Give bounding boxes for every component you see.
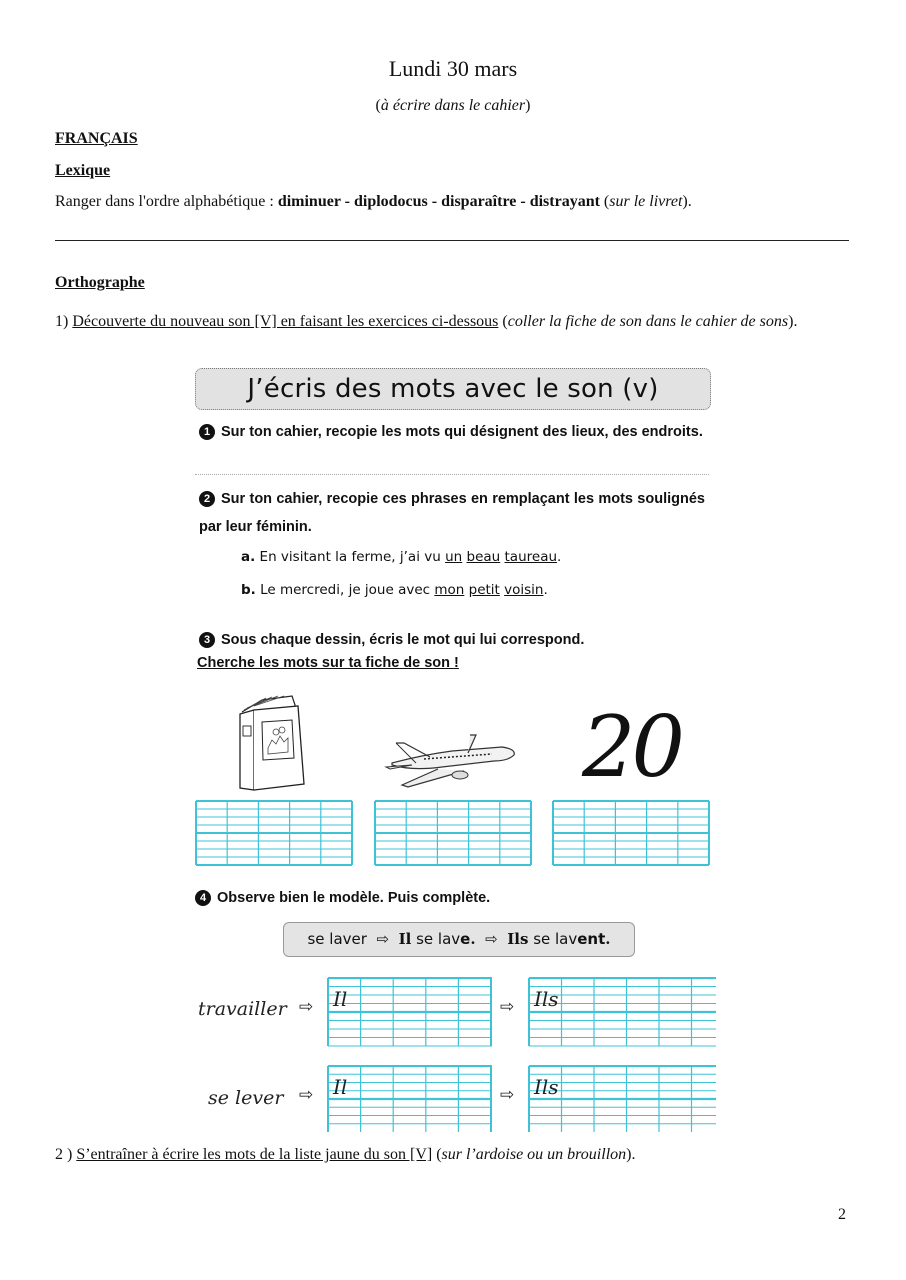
prefix-ils: Ils (534, 1075, 559, 1099)
exercise-3-hint: Cherche les mots sur ta fiche de son ! (197, 655, 459, 671)
writing-grid[interactable] (195, 800, 353, 866)
number-twenty: 20 (582, 698, 685, 796)
sentence-end: . (543, 582, 548, 598)
verb-travailler: travailler (198, 998, 287, 1020)
lexique-instruction-text: Ranger dans l'ordre alphabétique : (55, 193, 278, 210)
subtitle-paren-close: ) (525, 97, 531, 114)
model-stem: se lav (528, 930, 578, 948)
exercise-number-badge: 3 (199, 632, 215, 648)
model-ending: ent (577, 930, 606, 948)
exercise-1: 1 Sur ton cahier, recopie les mots qui dé… (199, 418, 705, 446)
note-open: ( (498, 313, 508, 330)
model-example-box: se laver ⇨ Il se lave. ⇨ Ils se lavent. (283, 922, 635, 957)
page-subtitle: (à écrire dans le cahier) (0, 97, 906, 115)
exercise-3: 3 Sous chaque dessin, écris le mot qui lu… (199, 626, 707, 654)
sentence-label: a. (241, 549, 256, 565)
exercise-number-badge: 4 (195, 890, 211, 906)
item-1-note: coller la fiche de son dans le cahier de… (507, 313, 789, 330)
prefix-ils: Ils (534, 987, 559, 1011)
arrow-right-icon: ⇨ (500, 1085, 515, 1104)
sentence-label: b. (241, 582, 256, 598)
arrow-right-icon: ⇨ (500, 997, 515, 1016)
writing-grid-singular[interactable] (327, 977, 492, 1047)
exercise-2-text: Sur ton cahier, recopie ces phrases en r… (199, 491, 705, 535)
sentence-a: a. En visitant la ferme, j’ai vu un beau… (241, 549, 561, 565)
lexique-instruction: Ranger dans l'ordre alphabétique : dimin… (55, 193, 692, 211)
exercise-4: 4 Observe bien le modèle. Puis complète. (195, 890, 490, 906)
underlined-word: beau (466, 549, 501, 565)
book-icon (232, 692, 314, 792)
underlined-word: petit (468, 582, 500, 598)
arrow-right-icon: ⇨ (376, 930, 390, 948)
model-stem: se lav (411, 930, 461, 948)
exercise-1-text: Sur ton cahier, recopie les mots qui dés… (221, 424, 703, 440)
sentence-text: En visitant la ferme, j’ai vu (255, 549, 446, 565)
subsection-heading-lexique: Lexique (55, 162, 111, 179)
arrow-right-icon: ⇨ (485, 930, 498, 948)
item-2-note: sur l’ardoise ou un brouillon (441, 1146, 627, 1163)
item-2-task: S’entraîner à écrire les mots de la list… (76, 1146, 433, 1163)
item-1-task: Découverte du nouveau son [V] en faisant… (72, 313, 499, 330)
dotted-separator (195, 474, 709, 475)
model-pronoun: Il (398, 930, 412, 948)
note-close: ). (626, 1146, 636, 1163)
writing-grid[interactable] (552, 800, 710, 866)
exercise-3-text: Sous chaque dessin, écris le mot qui lui… (221, 632, 585, 648)
exercise-2: 2 Sur ton cahier, recopie ces phrases en … (199, 485, 705, 541)
verb-se-lever: se lever (208, 1087, 284, 1109)
lexique-note: sur le livret (609, 193, 683, 210)
note-close: ). (682, 193, 692, 210)
note-open: ( (432, 1146, 442, 1163)
model-verb: se laver (307, 930, 367, 948)
prefix-il: Il (333, 1075, 348, 1099)
model-dot: . (605, 930, 611, 948)
subsection-heading-orthographe: Orthographe (55, 274, 145, 291)
subtitle-text: à écrire dans le cahier (380, 97, 526, 114)
sentence-end: . (557, 549, 562, 565)
underlined-word: un (445, 549, 463, 565)
underlined-word: voisin (504, 582, 544, 598)
underlined-word: taureau (504, 549, 558, 565)
orthographe-item-2: 2 ) S’entraîner à écrire les mots de la … (55, 1146, 635, 1164)
item-number: 2 ) (55, 1146, 77, 1163)
arrow-right-icon: ⇨ (299, 997, 314, 1016)
note-open: ( (599, 193, 610, 210)
model-ending: e (460, 930, 471, 948)
arrow-right-icon: ⇨ (299, 1085, 314, 1104)
underlined-word: mon (434, 582, 465, 598)
worksheet-title: J’écris des mots avec le son (v) (195, 368, 711, 410)
orthographe-item-1: 1) Découverte du nouveau son [V] en fais… (55, 306, 849, 338)
exercise-number-badge: 1 (199, 424, 215, 440)
exercise-number-badge: 2 (199, 491, 215, 507)
airplane-icon (382, 733, 520, 789)
writing-grid-singular[interactable] (327, 1065, 492, 1133)
item-number: 1) (55, 313, 73, 330)
sentence-text: Le mercredi, je joue avec (255, 582, 435, 598)
section-heading-francais: FRANÇAIS (55, 130, 138, 147)
horizontal-divider (55, 240, 849, 241)
page-number: 2 (838, 1206, 846, 1223)
page-title: Lundi 30 mars (388, 56, 518, 81)
note-close: ). (788, 313, 798, 330)
model-pronoun: Ils (507, 930, 529, 948)
exercise-4-text: Observe bien le modèle. Puis complète. (217, 890, 491, 906)
model-dot: . (470, 930, 476, 948)
writing-grid[interactable] (374, 800, 532, 866)
lexique-words: diminuer - diplodocus - disparaître - di… (277, 193, 600, 210)
sentence-b: b. Le mercredi, je joue avec mon petit v… (241, 582, 548, 598)
prefix-il: Il (333, 987, 348, 1011)
